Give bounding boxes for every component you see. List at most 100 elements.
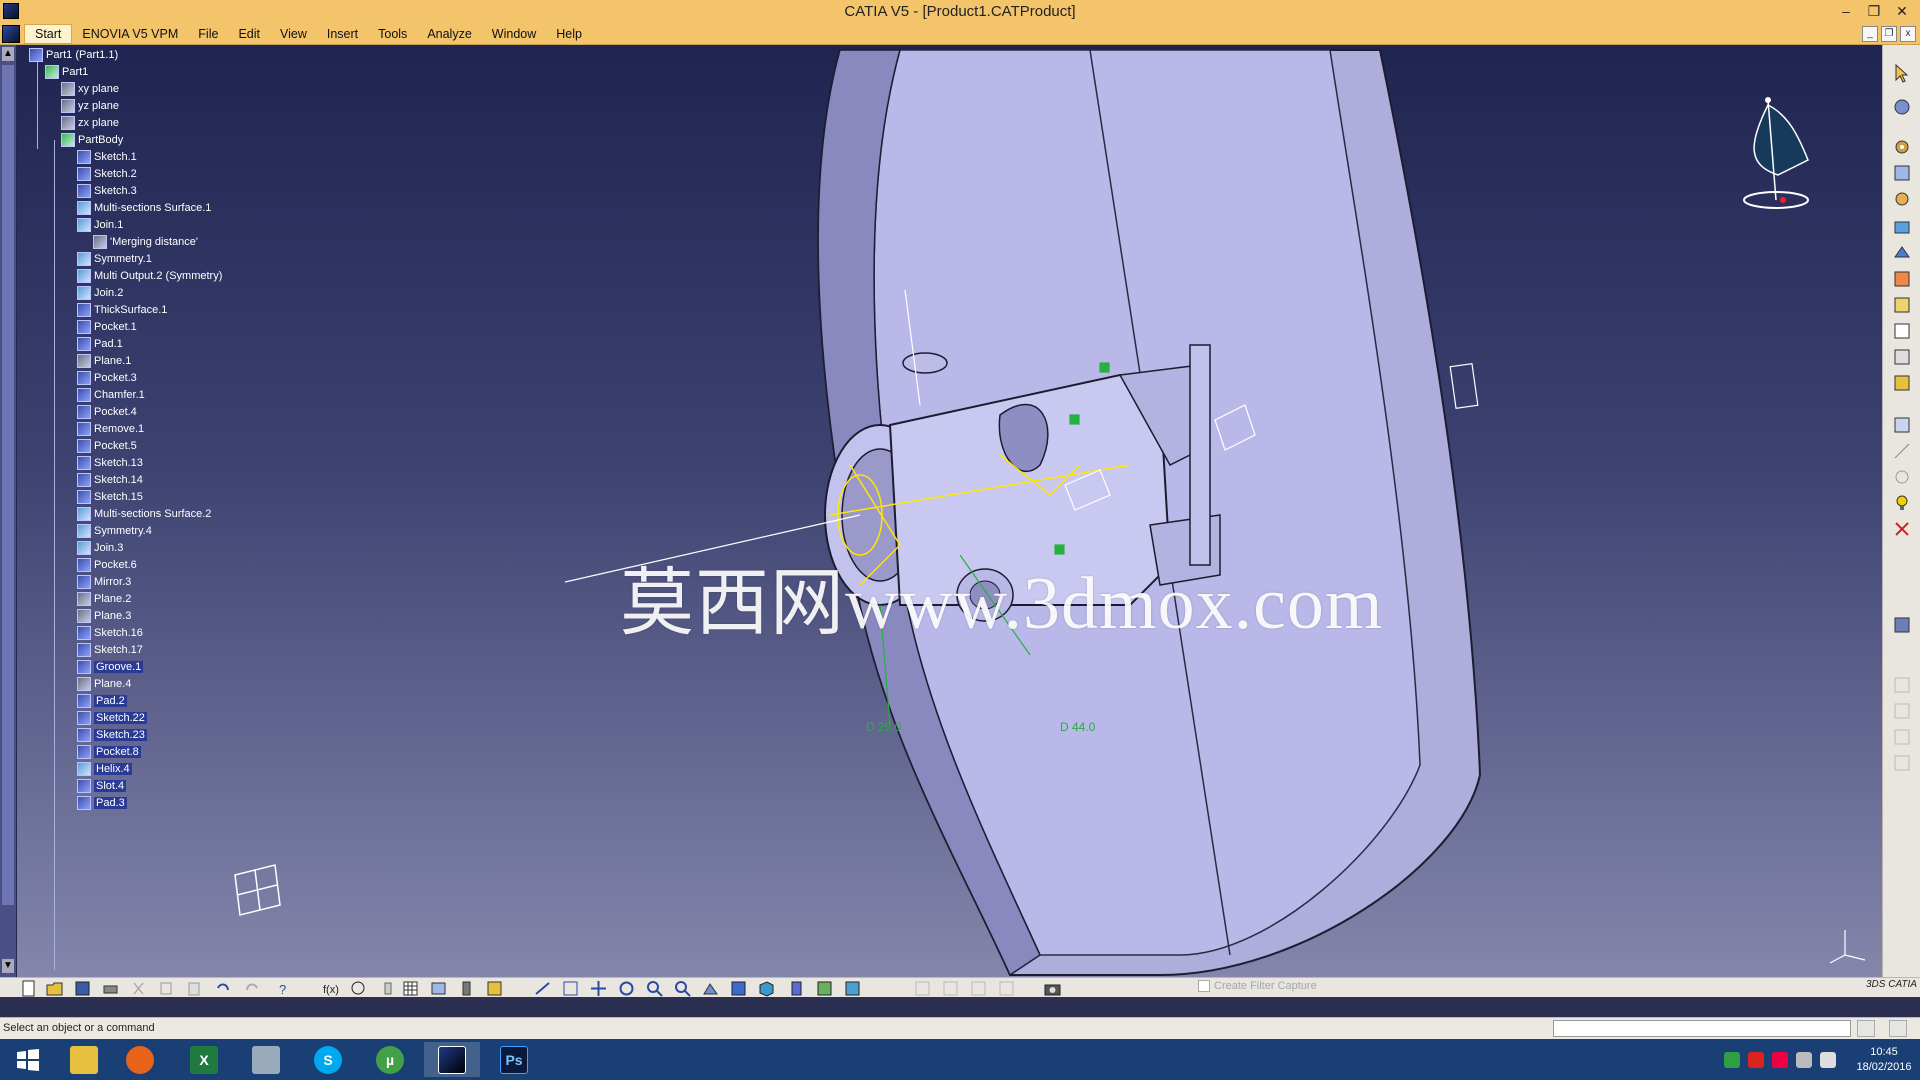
disabled-tool-icon[interactable] xyxy=(1892,701,1912,721)
tree-feature[interactable]: Sketch.2 xyxy=(77,165,137,182)
menu-start[interactable]: Start xyxy=(24,23,73,44)
print-icon[interactable] xyxy=(102,980,119,997)
bolt-icon[interactable] xyxy=(458,980,475,997)
tree-feature[interactable]: Sketch.23 xyxy=(77,726,147,743)
select-arrow-icon[interactable] xyxy=(1892,63,1912,83)
menu-file[interactable]: File xyxy=(188,23,228,45)
dimension-label-1[interactable]: D 25.0 xyxy=(866,720,901,734)
disabled-tool-icon[interactable] xyxy=(914,980,931,997)
tree-feature[interactable]: Join.2 xyxy=(77,284,123,301)
iso-view-icon[interactable] xyxy=(758,980,775,997)
tree-feature[interactable]: Symmetry.4 xyxy=(77,522,152,539)
undo-icon[interactable] xyxy=(214,980,231,997)
disabled-tool-icon[interactable] xyxy=(1892,727,1912,747)
disabled-tool-icon[interactable] xyxy=(998,980,1015,997)
multi-view-icon[interactable] xyxy=(730,980,747,997)
menu-window[interactable]: Window xyxy=(482,23,546,45)
disabled-tool-icon[interactable] xyxy=(1892,753,1912,773)
tree-feature[interactable]: Helix.4 xyxy=(77,760,132,777)
taskbar-excel[interactable]: X xyxy=(176,1042,232,1077)
tree-feature[interactable]: Sketch.17 xyxy=(77,641,143,658)
save-icon[interactable] xyxy=(74,980,91,997)
menu-insert[interactable]: Insert xyxy=(317,23,368,45)
tree-feature[interactable]: Sketch.13 xyxy=(77,454,143,471)
tree-feature[interactable]: Plane.3 xyxy=(77,607,131,624)
copy-icon[interactable] xyxy=(158,980,175,997)
tree-item-xy-plane[interactable]: xy plane xyxy=(61,80,119,97)
tree-feature[interactable]: Mirror.3 xyxy=(77,573,131,590)
swap-visible-space-icon[interactable] xyxy=(844,980,861,997)
tree-feature[interactable]: Symmetry.1 xyxy=(77,250,152,267)
model-canvas[interactable] xyxy=(0,45,1882,977)
parts-list-icon[interactable] xyxy=(486,980,503,997)
create-filter-capture[interactable]: Create Filter Capture xyxy=(1198,980,1317,992)
scroll-down-arrow-icon[interactable]: ▼ xyxy=(2,959,14,973)
replace-component-icon[interactable] xyxy=(1892,243,1912,263)
disabled-tool-icon[interactable] xyxy=(970,980,987,997)
lightbulb-icon[interactable] xyxy=(1892,493,1912,513)
menu-view[interactable]: View xyxy=(270,23,317,45)
taskbar-file-explorer[interactable] xyxy=(56,1042,112,1077)
rotate-icon[interactable] xyxy=(618,980,635,997)
tree-root[interactable]: Part1 (Part1.1) xyxy=(29,46,118,63)
zoom-out-icon[interactable] xyxy=(674,980,691,997)
minimize-button[interactable]: – xyxy=(1832,0,1860,23)
tray-volume-icon[interactable] xyxy=(1820,1051,1836,1068)
tree-feature[interactable]: Multi Output.2 (Symmetry) xyxy=(77,267,222,284)
tree-feature[interactable]: Join.3 xyxy=(77,539,123,556)
tree-part[interactable]: Part1 xyxy=(45,63,88,80)
pan-icon[interactable] xyxy=(590,980,607,997)
tree-feature[interactable]: Sketch.16 xyxy=(77,624,143,641)
tree-feature[interactable]: Join.1 xyxy=(77,216,123,233)
doc-close-button[interactable]: x xyxy=(1900,26,1916,42)
tree-item-yz-plane[interactable]: yz plane xyxy=(61,97,119,114)
tree-feature[interactable]: Chamfer.1 xyxy=(77,386,145,403)
tree-feature[interactable]: Pocket.6 xyxy=(77,556,137,573)
clash-icon[interactable] xyxy=(1892,467,1912,487)
tree-feature[interactable]: Plane.4 xyxy=(77,675,131,692)
cut-icon[interactable] xyxy=(130,980,147,997)
dimension-label-2[interactable]: D 44.0 xyxy=(1060,720,1095,734)
tray-app-icon[interactable] xyxy=(1724,1051,1740,1068)
zoom-in-icon[interactable] xyxy=(646,980,663,997)
tree-parameter[interactable]: 'Merging distance' xyxy=(93,233,198,250)
shading-icon[interactable] xyxy=(788,980,805,997)
tree-feature[interactable]: Pocket.5 xyxy=(77,437,137,454)
tree-feature[interactable]: Plane.1 xyxy=(77,352,131,369)
open-folder-icon[interactable] xyxy=(46,980,63,997)
measure-icon[interactable] xyxy=(1892,415,1912,435)
tree-feature[interactable]: Pocket.8 xyxy=(77,743,141,760)
tree-feature[interactable]: Pad.1 xyxy=(77,335,123,352)
tree-feature[interactable]: Sketch.14 xyxy=(77,471,143,488)
new-file-icon[interactable] xyxy=(20,980,37,997)
taskbar-calculator[interactable] xyxy=(238,1042,294,1077)
tray-antivirus-icon[interactable] xyxy=(1748,1051,1764,1068)
windows-start-button[interactable] xyxy=(0,1042,56,1077)
tree-feature[interactable]: Pocket.4 xyxy=(77,403,137,420)
menu-edit[interactable]: Edit xyxy=(228,23,270,45)
tree-feature[interactable]: Slot.4 xyxy=(77,777,127,794)
knowledge-icon[interactable] xyxy=(380,980,397,997)
doc-restore-button[interactable]: ❐ xyxy=(1881,26,1897,42)
numbering-icon[interactable] xyxy=(1892,321,1912,341)
status-button[interactable] xyxy=(1889,1020,1907,1037)
insert-component-icon[interactable] xyxy=(1892,217,1912,237)
tree-feature[interactable]: Multi-sections Surface.1 xyxy=(77,199,211,216)
menu-tools[interactable]: Tools xyxy=(368,23,417,45)
tray-network-icon[interactable] xyxy=(1796,1051,1812,1068)
tree-feature[interactable]: Pad.3 xyxy=(77,794,127,811)
product-icon[interactable] xyxy=(1892,189,1912,209)
comment-icon[interactable] xyxy=(350,980,367,997)
tree-feature[interactable]: Pocket.3 xyxy=(77,369,137,386)
delete-constraint-icon[interactable] xyxy=(1892,519,1912,539)
menu-help[interactable]: Help xyxy=(546,23,592,45)
tree-feature[interactable]: Sketch.15 xyxy=(77,488,143,505)
scroll-thumb[interactable] xyxy=(2,65,14,905)
taskbar-utorrent[interactable]: µ xyxy=(362,1042,418,1077)
menu-enovia[interactable]: ENOVIA V5 VPM xyxy=(72,23,188,45)
restore-button[interactable]: ❐ xyxy=(1860,0,1888,23)
assembly-icon[interactable] xyxy=(1892,97,1912,117)
tray-flag-icon[interactable] xyxy=(1772,1051,1788,1068)
catia-start-icon[interactable] xyxy=(2,24,20,43)
table-icon[interactable] xyxy=(402,980,419,997)
